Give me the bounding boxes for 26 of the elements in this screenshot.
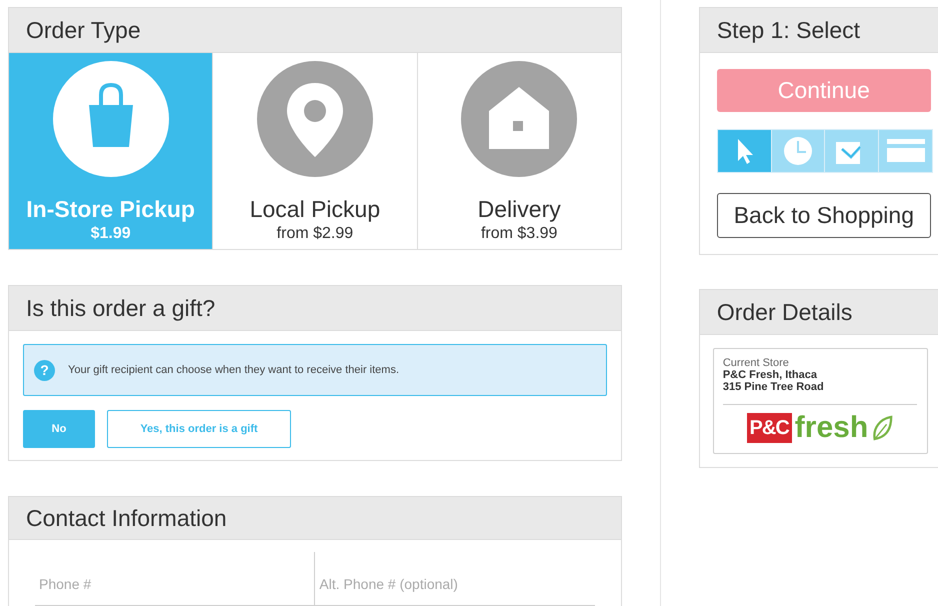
- panel-title: Is this order a gift?: [9, 286, 621, 331]
- gift-choice-button[interactable]: Yes, this order is a gift: [107, 410, 291, 448]
- panel-title: Contact Information: [9, 497, 621, 540]
- back-to-shopping-button[interactable]: Back to Shopping: [716, 193, 931, 238]
- help-icon: ?: [34, 360, 55, 380]
- panel-title: Order Details: [700, 290, 938, 335]
- store-address: 315 Pine Tree Road: [722, 381, 825, 393]
- bag-icon: [52, 61, 169, 177]
- panel-title: Order Type: [9, 8, 621, 53]
- gift-choice-button[interactable]: No: [23, 410, 95, 448]
- location-pin-icon: [256, 61, 373, 177]
- info-text: Your gift recipient can choose when they want to receive their items.: [68, 364, 399, 376]
- phone-field[interactable]: Alt. Phone # (optional): [314, 552, 595, 606]
- continue-button[interactable]: Continue: [716, 69, 931, 112]
- store-label: Current Store: [722, 357, 790, 369]
- step-tab[interactable]: [772, 130, 826, 172]
- logo-mark: P&C: [746, 413, 792, 443]
- panel-title: Step 1: Select: [700, 8, 938, 53]
- order-type-option[interactable]: In-Store Pickup $1.99: [9, 53, 214, 249]
- step-tab[interactable]: [879, 130, 932, 172]
- house-icon: [461, 61, 578, 177]
- store-name: P&C Fresh, Ithaca: [722, 369, 818, 381]
- leaf-icon: [871, 415, 894, 441]
- step-tab[interactable]: [718, 130, 772, 172]
- step-tab[interactable]: [825, 130, 880, 172]
- logo-word: fresh: [794, 413, 868, 443]
